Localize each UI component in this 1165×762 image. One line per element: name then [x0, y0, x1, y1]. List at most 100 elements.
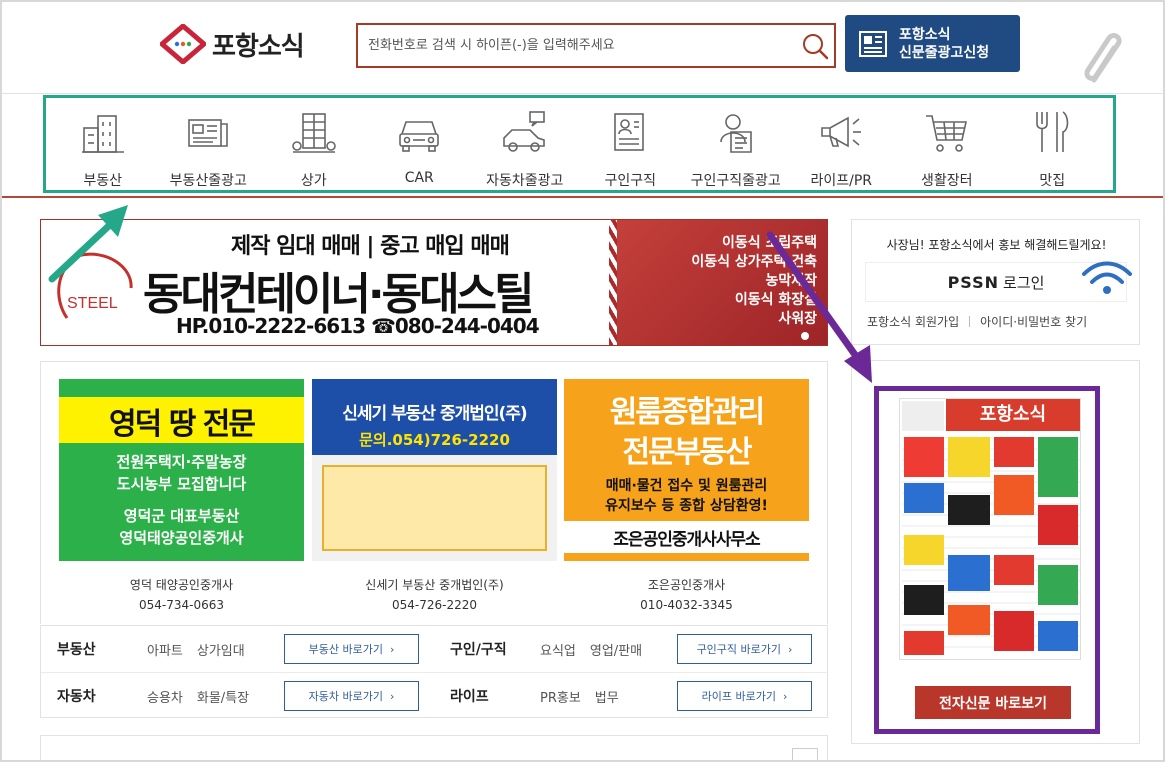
section-toggle-button[interactable] [792, 748, 818, 762]
listing-phone: 054-734-0663 [138, 598, 224, 612]
login-label: 로그인 [1003, 273, 1045, 292]
e-newspaper-title: 포항소식 [946, 399, 1080, 431]
ad-button-line2: 신문줄광고신청 [899, 44, 990, 61]
quick-link[interactable]: PR홍보 [540, 687, 581, 706]
listing-image-line: 영덕태양공인중개사 [119, 529, 244, 547]
listing-image-line: 전원주택지·주말농장 [116, 453, 247, 471]
banner-phone-line: HP.010-2222-6613 ☎080-244-0404 [176, 314, 540, 338]
quick-link[interactable]: 영업/판매 [590, 640, 642, 659]
e-newspaper-thumbnail[interactable]: 포항소식 [899, 398, 1081, 660]
nav-label: 맛집 [1039, 173, 1066, 189]
listing-name: 신세기 부동산 중개법인(주) [365, 578, 504, 592]
listing-image: 원룸종합관리 전문부동산 매매·물건 접수 및 원룸관리 유지보수 등 종합 상… [564, 379, 809, 561]
fork-knife-icon [1036, 111, 1069, 152]
banner-main-line: 동대컨테이너·동대스틸 [143, 269, 535, 320]
thumbnail-ad-block [948, 495, 990, 525]
listing-image-title: 영덕 땅 전문 [109, 407, 256, 442]
newspaper-ad-request-button[interactable]: 포항소식 신문줄광고신청 [845, 15, 1020, 72]
listing-card[interactable]: 영덕 땅 전문 전원주택지·주말농장 도시농부 모집합니다 영덕군 대표부동산 … [59, 379, 304, 612]
steel-logo-text: STEEL [67, 295, 118, 312]
car-icon [399, 121, 440, 152]
banner-right-line: 이동식 상가주택 건축 [691, 254, 817, 270]
thumbnail-ad-block [948, 555, 990, 591]
chevron-right-icon: › [782, 689, 788, 703]
quick-link[interactable]: 화물/특장 [197, 687, 249, 706]
nav-item-marketplace[interactable]: 생활장터 [894, 98, 1000, 190]
find-account-link[interactable]: 아이디·비밀번호 찾기 [980, 313, 1087, 330]
listing-image-title: 전문부동산 [622, 435, 753, 470]
thumbnail-ad-block [904, 585, 944, 615]
quick-link[interactable]: 상가임대 [197, 640, 245, 659]
quick-links-group: 아파트 상가임대 [147, 626, 259, 672]
quick-link[interactable]: 승용차 [147, 687, 183, 706]
thumbnail-ad-block [1038, 437, 1078, 497]
car-shortcut-button[interactable]: 자동차 바로가기 › [284, 681, 419, 711]
banner-right-text: 이동식 조립주택 이동식 상가주택 건축 농막제작 이동식 화장실 사워장 [691, 234, 817, 329]
chevron-right-icon: › [788, 642, 793, 656]
listing-name: 영덕 태양공인중개사 [129, 578, 234, 592]
thumbnail-ad-block [904, 483, 944, 513]
site-logo[interactable]: 포항소식 [160, 22, 305, 66]
thumbnail-ad-block [994, 555, 1034, 585]
nav-item-jobs[interactable]: 구인구직 [578, 98, 684, 190]
listing-card[interactable]: 신세기 부동산 중개법인(주) 문의.054)726-2220 신세기 부동산 … [312, 379, 557, 612]
search-bar [356, 23, 836, 68]
listing-image-title: 신세기 부동산 중개법인(주) [342, 404, 527, 424]
nav-label: 구인구직줄광고 [690, 173, 781, 189]
newspaper-icon [188, 119, 229, 147]
featured-listings: 영덕 땅 전문 전원주택지·주말농장 도시농부 모집합니다 영덕군 대표부동산 … [40, 361, 828, 624]
login-box: 사장님! 포항소식에서 홍보 해결해드릴게요! PSSN 로그인 포항소식 회원… [851, 219, 1140, 345]
jobs-shortcut-button[interactable]: 구인구직 바로가기 › [677, 634, 812, 664]
view-e-newspaper-button[interactable]: 전자신문 바로보기 [915, 686, 1071, 719]
quick-category-title: 자동차 [57, 673, 96, 719]
newspaper-icon [859, 30, 887, 57]
quick-category-title: 부동산 [57, 626, 96, 672]
megaphone-icon [821, 116, 862, 148]
life-shortcut-button[interactable]: 라이프 바로가기 › [677, 681, 812, 711]
thumbnail-ad-block [904, 437, 944, 477]
search-icon[interactable] [800, 31, 830, 61]
quick-title: 자동차 [57, 689, 96, 705]
nav-item-real-estate[interactable]: 부동산 [50, 98, 156, 190]
listing-image-line: 조은공인중개사사무소 [613, 530, 760, 550]
button-label: 부동산 바로가기 [308, 643, 383, 656]
quick-link[interactable]: 요식업 [540, 640, 576, 659]
login-links: 포항소식 회원가입 아이디·비밀번호 찾기 [867, 313, 1087, 330]
signup-link[interactable]: 포항소식 회원가입 [867, 313, 959, 330]
nav-label: 부동산 [83, 173, 123, 189]
link-divider [969, 316, 971, 327]
nav-item-real-estate-classified[interactable]: 부동산줄광고 [156, 98, 262, 190]
search-input[interactable] [358, 25, 798, 66]
quick-link[interactable]: 법무 [595, 687, 619, 706]
nav-item-car[interactable]: CAR [367, 98, 473, 190]
listing-image-phone: 문의.054)726-2220 [359, 431, 510, 449]
button-label: 자동차 바로가기 [308, 690, 383, 703]
quick-title: 부동산 [57, 642, 96, 658]
job-seeker-icon [719, 114, 752, 153]
listing-image-line: 유지보수 등 종합 상담환영! [605, 498, 768, 514]
nav-item-car-classified[interactable]: 자동차줄광고 [472, 98, 578, 190]
nav-item-life-pr[interactable]: 라이프/PR [789, 98, 895, 190]
listing-image-line: 도시농부 모집합니다 [116, 475, 247, 493]
quick-link[interactable]: 아파트 [147, 640, 183, 659]
nav-label: 상가 [300, 173, 327, 189]
nav-item-restaurant[interactable]: 맛집 [1000, 98, 1106, 190]
listing-name: 조은공인중개사 [647, 578, 726, 592]
nav-item-jobs-classified[interactable]: 구인구직줄광고 [683, 98, 789, 190]
quick-title: 라이프 [450, 689, 489, 705]
banner-top-line: 제작 임대 매매 | 중고 매입 매매 [231, 234, 510, 259]
thumbnail-ad-block [904, 631, 944, 655]
real-estate-shortcut-button[interactable]: 부동산 바로가기 › [284, 634, 419, 664]
resume-icon [614, 113, 645, 151]
cart-icon [925, 115, 967, 152]
quick-links: 부동산 아파트 상가임대 부동산 바로가기 › 구인/구직 요식업 영업/판매 … [40, 625, 828, 718]
main-banner[interactable]: STEEL 제작 임대 매매 | 중고 매입 매매 동대컨테이너·동대스틸 HP… [40, 219, 828, 346]
nav-item-store[interactable]: 상가 [261, 98, 367, 190]
listing-card[interactable]: 원룸종합관리 전문부동산 매매·물건 접수 및 원룸관리 유지보수 등 종합 상… [564, 379, 809, 612]
logo-icon [160, 24, 206, 64]
quick-title: 구인/구직 [450, 642, 507, 658]
banner-pager-dot[interactable] [801, 332, 809, 340]
store-icon [291, 113, 336, 153]
logo-text: 포항소식 [212, 31, 305, 62]
quick-category-title: 구인/구직 [450, 626, 507, 672]
